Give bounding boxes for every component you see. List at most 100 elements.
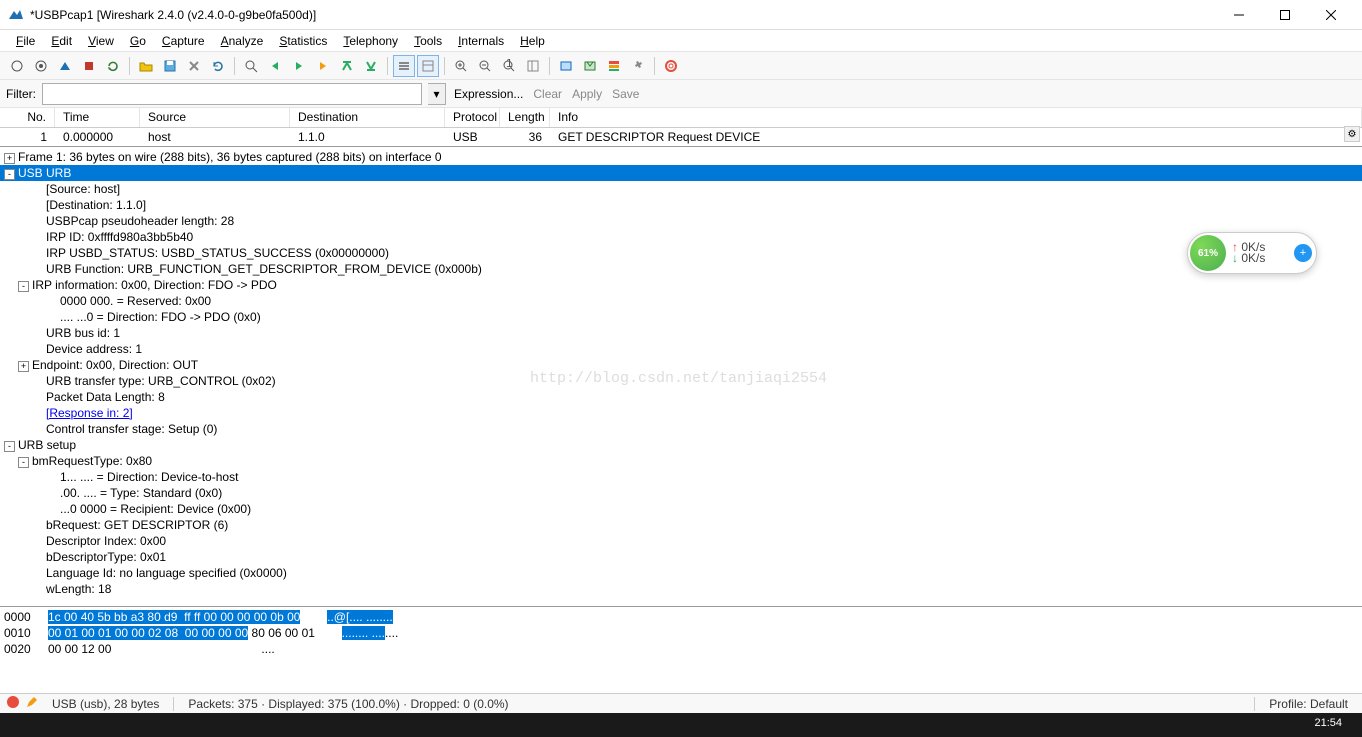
tree-row[interactable]: URB transfer type: URB_CONTROL (0x02) [0, 373, 1362, 389]
menu-view[interactable]: View [80, 32, 122, 50]
maximize-button[interactable] [1262, 0, 1308, 30]
tree-toggle-icon[interactable]: - [18, 457, 29, 468]
network-meter-widget[interactable]: 61% ↑ 0K/s ↓ 0K/s + [1187, 232, 1317, 274]
packet-details[interactable]: +Frame 1: 36 bytes on wire (288 bits), 3… [0, 147, 1362, 607]
close-button[interactable] [1308, 0, 1354, 30]
apply-link[interactable]: Apply [570, 87, 604, 101]
tree-row[interactable]: +Endpoint: 0x00, Direction: OUT [0, 357, 1362, 373]
column-config-icon[interactable]: ⚙ [1344, 126, 1360, 142]
tree-row[interactable]: Language Id: no language specified (0x00… [0, 565, 1362, 581]
tree-toggle-icon[interactable]: - [4, 441, 15, 452]
zoom-out-icon[interactable] [474, 55, 496, 77]
restart-capture-icon[interactable] [102, 55, 124, 77]
expert-info-icon[interactable] [6, 695, 20, 712]
col-length[interactable]: Length [500, 108, 550, 127]
start-capture-icon[interactable] [54, 55, 76, 77]
tree-toggle-icon[interactable]: - [18, 281, 29, 292]
col-source[interactable]: Source [140, 108, 290, 127]
tree-row[interactable]: [Source: host] [0, 181, 1362, 197]
tree-row[interactable]: URB bus id: 1 [0, 325, 1362, 341]
tree-row[interactable]: Packet Data Length: 8 [0, 389, 1362, 405]
hex-row[interactable]: 00001c 00 40 5b bb a3 80 d9 ff ff 00 00 … [4, 609, 1358, 625]
open-file-icon[interactable] [135, 55, 157, 77]
meter-add-icon[interactable]: + [1294, 244, 1312, 262]
menu-analyze[interactable]: Analyze [213, 32, 272, 50]
minimize-button[interactable] [1216, 0, 1262, 30]
menu-tools[interactable]: Tools [406, 32, 450, 50]
menu-file[interactable]: File [8, 32, 43, 50]
menu-edit[interactable]: Edit [43, 32, 80, 50]
go-forward-icon[interactable] [288, 55, 310, 77]
tree-row[interactable]: Descriptor Index: 0x00 [0, 533, 1362, 549]
hex-row[interactable]: 002000 00 12 00 .... [4, 641, 1358, 657]
status-profile[interactable]: Profile: Default [1261, 697, 1356, 711]
tree-row[interactable]: [Response in: 2] [0, 405, 1362, 421]
go-first-icon[interactable] [336, 55, 358, 77]
col-destination[interactable]: Destination [290, 108, 445, 127]
tree-row[interactable]: IRP USBD_STATUS: USBD_STATUS_SUCCESS (0x… [0, 245, 1362, 261]
zoom-reset-icon[interactable]: 1 [498, 55, 520, 77]
tree-row[interactable]: URB Function: URB_FUNCTION_GET_DESCRIPTO… [0, 261, 1362, 277]
stop-capture-icon[interactable] [78, 55, 100, 77]
tree-toggle-icon[interactable]: - [4, 169, 15, 180]
col-time[interactable]: Time [55, 108, 140, 127]
menu-internals[interactable]: Internals [450, 32, 512, 50]
tree-row[interactable]: -IRP information: 0x00, Direction: FDO -… [0, 277, 1362, 293]
tree-row[interactable]: IRP ID: 0xffffd980a3bb5b40 [0, 229, 1362, 245]
tree-row[interactable]: USBPcap pseudoheader length: 28 [0, 213, 1362, 229]
hex-row[interactable]: 001000 01 00 01 00 00 02 08 00 00 00 00 … [4, 625, 1358, 641]
save-file-icon[interactable] [159, 55, 181, 77]
go-back-icon[interactable] [264, 55, 286, 77]
colorize-icon[interactable] [393, 55, 415, 77]
tree-row[interactable]: bRequest: GET DESCRIPTOR (6) [0, 517, 1362, 533]
filter-dropdown[interactable]: ▾ [428, 83, 446, 105]
tree-toggle-icon[interactable]: + [18, 361, 29, 372]
resize-columns-icon[interactable] [522, 55, 544, 77]
go-last-icon[interactable] [360, 55, 382, 77]
tree-row[interactable]: -URB setup [0, 437, 1362, 453]
coloring-rules-icon[interactable] [603, 55, 625, 77]
menu-capture[interactable]: Capture [154, 32, 213, 50]
find-icon[interactable] [240, 55, 262, 77]
tree-row[interactable]: +Frame 1: 36 bytes on wire (288 bits), 3… [0, 149, 1362, 165]
expression-link[interactable]: Expression... [452, 87, 525, 101]
col-no[interactable]: No. [0, 108, 55, 127]
display-filters-icon[interactable] [579, 55, 601, 77]
tree-row[interactable]: Device address: 1 [0, 341, 1362, 357]
zoom-in-icon[interactable] [450, 55, 472, 77]
col-info[interactable]: Info [550, 108, 1362, 127]
tree-row[interactable]: [Destination: 1.1.0] [0, 197, 1362, 213]
options-icon[interactable] [30, 55, 52, 77]
tree-row[interactable]: -USB URB [0, 165, 1362, 181]
clear-link[interactable]: Clear [531, 87, 564, 101]
interfaces-icon[interactable] [6, 55, 28, 77]
menu-help[interactable]: Help [512, 32, 553, 50]
filter-input[interactable] [42, 83, 422, 105]
menu-go[interactable]: Go [122, 32, 154, 50]
col-protocol[interactable]: Protocol [445, 108, 500, 127]
response-link[interactable]: [Response in: 2] [46, 406, 133, 420]
help-icon[interactable] [660, 55, 682, 77]
tree-row[interactable]: ...0 0000 = Recipient: Device (0x00) [0, 501, 1362, 517]
packet-bytes[interactable]: 00001c 00 40 5b bb a3 80 d9 ff ff 00 00 … [0, 607, 1362, 669]
preferences-icon[interactable] [627, 55, 649, 77]
menu-telephony[interactable]: Telephony [335, 32, 406, 50]
packet-row[interactable]: 1 0.000000 host 1.1.0 USB 36 GET DESCRIP… [0, 128, 1362, 146]
tree-toggle-icon[interactable]: + [4, 153, 15, 164]
tree-row[interactable]: -bmRequestType: 0x80 [0, 453, 1362, 469]
tree-row[interactable]: Control transfer stage: Setup (0) [0, 421, 1362, 437]
tree-row[interactable]: 1... .... = Direction: Device-to-host [0, 469, 1362, 485]
edit-icon[interactable] [26, 696, 38, 711]
tree-row[interactable]: .00. .... = Type: Standard (0x0) [0, 485, 1362, 501]
capture-filters-icon[interactable] [555, 55, 577, 77]
menu-statistics[interactable]: Statistics [271, 32, 335, 50]
tree-row[interactable]: bDescriptorType: 0x01 [0, 549, 1362, 565]
tree-row[interactable]: 0000 000. = Reserved: 0x00 [0, 293, 1362, 309]
save-link[interactable]: Save [610, 87, 641, 101]
close-file-icon[interactable] [183, 55, 205, 77]
auto-scroll-icon[interactable] [417, 55, 439, 77]
tree-row[interactable]: .... ...0 = Direction: FDO -> PDO (0x0) [0, 309, 1362, 325]
tree-row[interactable]: wLength: 18 [0, 581, 1362, 597]
go-to-icon[interactable] [312, 55, 334, 77]
reload-icon[interactable] [207, 55, 229, 77]
